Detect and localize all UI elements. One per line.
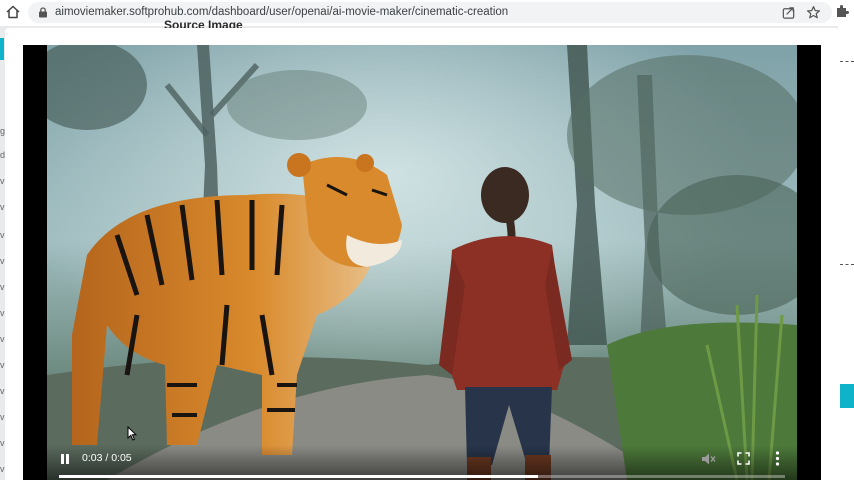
video-frame xyxy=(47,45,797,480)
divider xyxy=(840,61,854,62)
browser-toolbar: aimoviemaker.softprohub.com/dashboard/us… xyxy=(0,0,854,26)
lock-icon[interactable] xyxy=(38,7,48,18)
mouse-cursor-icon xyxy=(127,426,137,441)
action-button-edge[interactable] xyxy=(840,384,854,408)
star-icon[interactable] xyxy=(806,5,821,20)
address-bar[interactable]: aimoviemaker.softprohub.com/dashboard/us… xyxy=(28,2,832,23)
time-display: 0:03 / 0:05 xyxy=(82,452,132,464)
pause-icon[interactable] xyxy=(59,453,71,465)
share-icon[interactable] xyxy=(781,5,796,20)
fullscreen-icon[interactable] xyxy=(737,452,750,465)
right-panel-edge xyxy=(838,26,854,480)
sidebar-accent xyxy=(0,38,4,60)
video-controls: 0:03 / 0:05 xyxy=(23,445,821,480)
progress-bar[interactable] xyxy=(59,475,785,478)
home-icon[interactable] xyxy=(5,4,21,20)
progress-fill xyxy=(59,475,539,478)
divider xyxy=(840,264,854,265)
more-vertical-icon[interactable] xyxy=(775,451,780,466)
puzzle-icon[interactable] xyxy=(835,4,849,18)
video-player[interactable]: 0:03 / 0:05 xyxy=(23,45,821,480)
url-text[interactable]: aimoviemaker.softprohub.com/dashboard/us… xyxy=(55,6,508,18)
volume-muted-icon[interactable] xyxy=(701,452,716,466)
